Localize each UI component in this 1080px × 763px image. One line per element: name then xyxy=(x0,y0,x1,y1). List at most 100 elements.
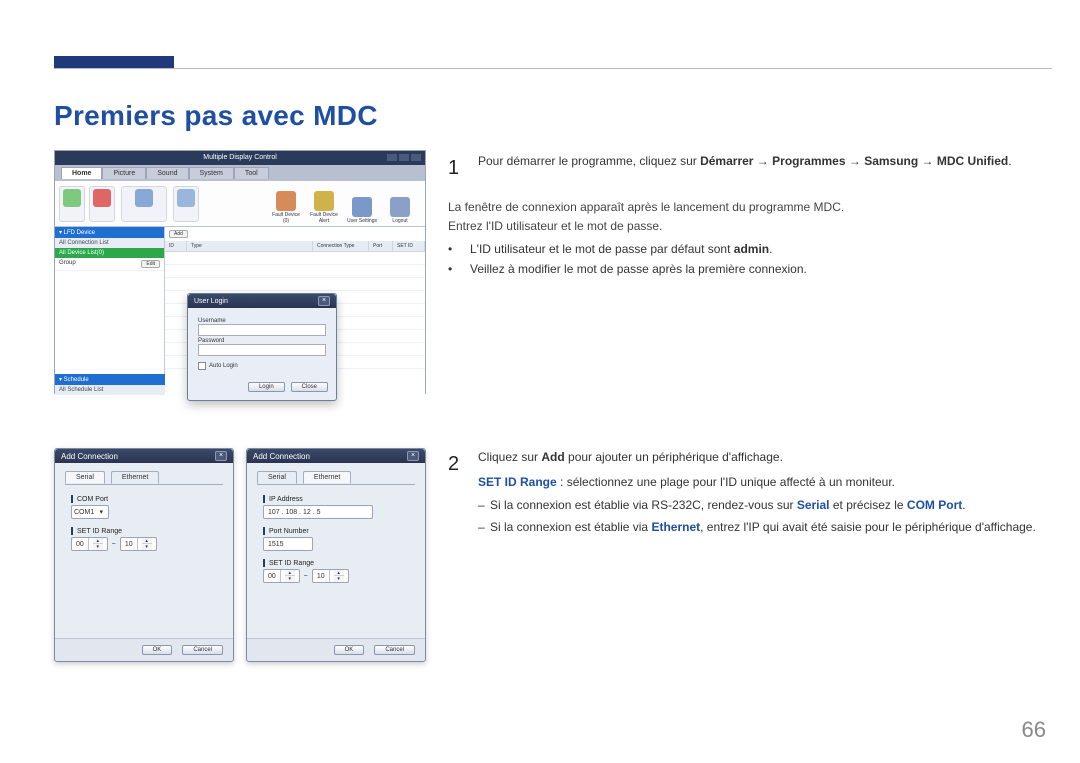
add-connection-ethernet-dialog: Add Connection × Serial Ethernet IP Addr… xyxy=(246,448,426,662)
chevron-down-icon[interactable]: ▾ xyxy=(93,544,103,550)
logout-icon xyxy=(390,197,410,217)
input-button[interactable] xyxy=(121,186,167,222)
step-1-bullet-2: Veillez à modifier le mot de passe après… xyxy=(448,260,1040,279)
step-1-bullet-1: L'ID utilisateur et le mot de passe par … xyxy=(448,240,1040,259)
tab-home[interactable]: Home xyxy=(61,167,102,179)
comport-select[interactable]: COM1 ▾ xyxy=(71,505,109,519)
maximize-icon[interactable] xyxy=(399,154,409,161)
ribbon-tabs: Home Picture Sound System Tool xyxy=(55,165,425,181)
range-from-stepper[interactable]: 00▴▾ xyxy=(71,537,108,551)
close-icon[interactable]: × xyxy=(318,296,330,306)
ok-button[interactable]: OK xyxy=(334,645,365,655)
port-number-label: Port Number xyxy=(263,527,409,535)
tab-ethernet[interactable]: Ethernet xyxy=(303,471,351,484)
logout-button[interactable]: Logout xyxy=(383,184,417,224)
volume-button[interactable] xyxy=(173,186,199,222)
step-2-block: 2 Cliquez sur Add pour ajouter un périph… xyxy=(448,448,1040,545)
tab-serial[interactable]: Serial xyxy=(257,471,297,484)
user-settings-button[interactable]: User Settings xyxy=(345,184,379,224)
ip-address-input[interactable]: 107 . 108 . 12 . 5 xyxy=(263,505,373,519)
login-button[interactable]: Login xyxy=(248,382,285,392)
volume-icon xyxy=(177,189,195,207)
sidebar: ▾ LFD Device All Connection List All Dev… xyxy=(55,227,165,395)
sidebar-group-label: Group xyxy=(59,260,76,268)
step-2-number: 2 xyxy=(448,448,464,539)
step-1-block: 1 Pour démarrer le programme, cliquez su… xyxy=(448,152,1040,279)
page-number: 66 xyxy=(1022,717,1046,743)
tab-tool[interactable]: Tool xyxy=(234,167,269,179)
step-2-dash-2: Si la connexion est établie via Ethernet… xyxy=(478,518,1036,537)
step-1-p3: Entrez l'ID utilisateur et le mot de pas… xyxy=(448,217,1040,236)
tab-ethernet[interactable]: Ethernet xyxy=(111,471,159,484)
input-icon xyxy=(135,189,153,207)
window-controls xyxy=(387,154,421,161)
step-2-dash-1: Si la connexion est établie via RS-232C,… xyxy=(478,496,1036,515)
sidebar-lfd-header[interactable]: ▾ LFD Device xyxy=(55,227,164,238)
user-login-dialog: User Login × Username Password Auto Logi… xyxy=(187,293,337,401)
ok-button[interactable]: OK xyxy=(142,645,173,655)
sidebar-schedule-header[interactable]: ▾ Schedule xyxy=(55,374,165,385)
tab-sound[interactable]: Sound xyxy=(146,167,188,179)
close-icon[interactable] xyxy=(411,154,421,161)
sidebar-group-row: Group Edit xyxy=(55,258,164,271)
step-1-line-1: Pour démarrer le programme, cliquez sur … xyxy=(478,152,1012,171)
fault-device-icon xyxy=(276,191,296,211)
power-off-icon xyxy=(93,189,111,207)
user-settings-icon xyxy=(352,197,372,217)
range-to-stepper[interactable]: 10▴▾ xyxy=(120,537,157,551)
range-from-stepper[interactable]: 00▴▾ xyxy=(263,569,300,583)
step-2-line-2: SET ID Range : sélectionnez une plage po… xyxy=(478,473,1036,492)
username-input[interactable] xyxy=(198,324,326,336)
port-number-input[interactable]: 1515 xyxy=(263,537,313,551)
chevron-down-icon[interactable]: ▾ xyxy=(334,576,344,582)
login-dialog-title: User Login xyxy=(194,298,228,305)
range-to-stepper[interactable]: 10▴▾ xyxy=(312,569,349,583)
power-off-button[interactable] xyxy=(89,186,115,222)
range-tilde: ~ xyxy=(112,541,116,548)
comport-label: COM Port xyxy=(71,495,217,503)
ribbon-toolbar: Fault Device (0) Fault Device Alert User… xyxy=(55,181,425,227)
ip-address-label: IP Address xyxy=(263,495,409,503)
mdc-window-title: Multiple Display Control xyxy=(203,154,277,161)
range-tilde: ~ xyxy=(304,573,308,580)
setid-range-label: SET ID Range xyxy=(71,527,217,535)
power-on-button[interactable] xyxy=(59,186,85,222)
password-input[interactable] xyxy=(198,344,326,356)
add-connection-serial-dialog: Add Connection × Serial Ethernet COM Por… xyxy=(54,448,234,662)
minimize-icon[interactable] xyxy=(387,154,397,161)
alert-icon xyxy=(314,191,334,211)
cancel-button[interactable]: Cancel xyxy=(374,645,415,655)
add-button[interactable]: Add xyxy=(169,230,188,238)
close-icon[interactable]: × xyxy=(407,451,419,461)
close-button[interactable]: Close xyxy=(291,382,328,392)
step-1-number: 1 xyxy=(448,152,464,184)
power-on-icon xyxy=(63,189,81,207)
sidebar-all-connection[interactable]: All Connection List xyxy=(55,238,164,248)
setid-range-label: SET ID Range xyxy=(263,559,409,567)
checkbox-icon xyxy=(198,362,206,370)
dialog-title: Add Connection xyxy=(253,452,310,461)
header-accent-bar xyxy=(54,56,174,68)
fault-alert-button[interactable]: Fault Device Alert xyxy=(307,184,341,224)
chevron-down-icon[interactable]: ▾ xyxy=(142,544,152,550)
fault-device-button[interactable]: Fault Device (0) xyxy=(269,184,303,224)
sidebar-all-device[interactable]: All Device List(0) xyxy=(55,248,164,258)
cancel-button[interactable]: Cancel xyxy=(182,645,223,655)
grid-header: ID Type Connection Type Port SET ID xyxy=(165,241,425,252)
sidebar-schedule-list[interactable]: All Schedule List xyxy=(55,385,165,395)
auto-login-checkbox[interactable]: Auto Login xyxy=(198,362,326,370)
mdc-app-screenshot: Multiple Display Control Home Picture So… xyxy=(54,150,426,394)
tab-picture[interactable]: Picture xyxy=(102,167,146,179)
step-2-line-1: Cliquez sur Add pour ajouter un périphér… xyxy=(478,448,1036,467)
dialog-title: Add Connection xyxy=(61,452,118,461)
header-rule xyxy=(54,68,1052,69)
edit-button[interactable]: Edit xyxy=(141,260,160,268)
chevron-down-icon: ▾ xyxy=(96,508,106,516)
tab-system[interactable]: System xyxy=(189,167,234,179)
close-icon[interactable]: × xyxy=(215,451,227,461)
page-title: Premiers pas avec MDC xyxy=(54,100,378,132)
tab-serial[interactable]: Serial xyxy=(65,471,105,484)
mdc-titlebar: Multiple Display Control xyxy=(55,151,425,165)
step-1-p2: La fenêtre de connexion apparaît après l… xyxy=(448,198,1040,217)
chevron-down-icon[interactable]: ▾ xyxy=(285,576,295,582)
